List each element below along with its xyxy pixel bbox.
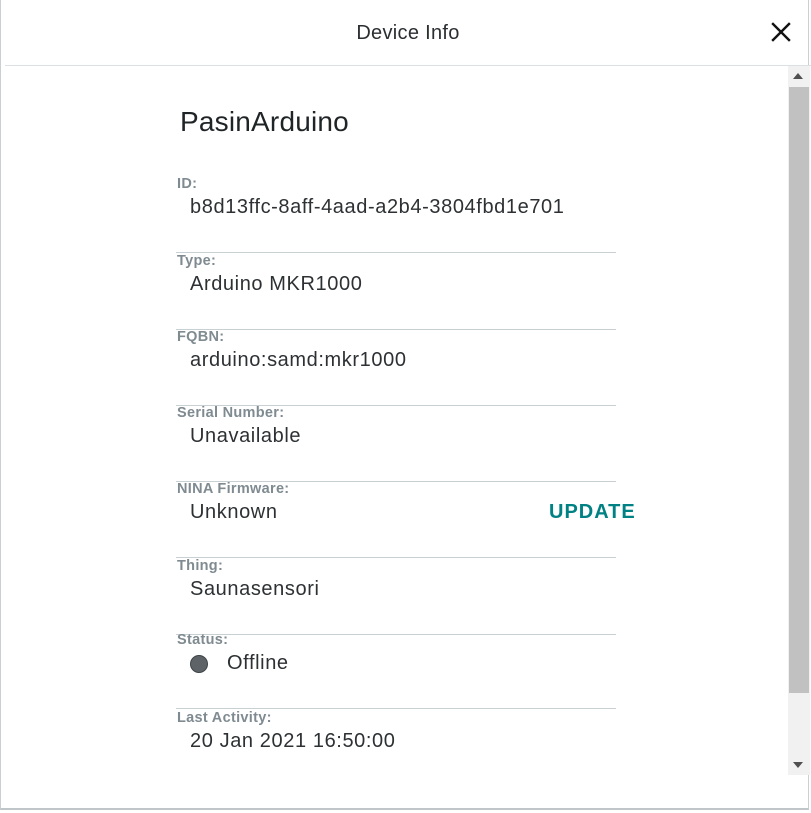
device-name: PasinArduino [180,106,349,137]
device-info-dialog: Device Info PasinArduino ID: b8d13ffc-8a… [0,0,811,810]
close-button[interactable] [767,18,795,46]
scroll-up-icon[interactable] [793,73,803,79]
field-label: Type: [177,253,217,269]
field-value-status: Offline [227,652,289,674]
field-fqbn: FQBN: arduino:samd:mkr1000 [176,329,616,406]
field-value-fqbn: arduino:samd:mkr1000 [190,349,407,371]
field-label: ID: [177,176,198,192]
field-last-activity: Last Activity: 20 Jan 2021 16:50:00 [176,710,616,774]
field-value-id: b8d13ffc-8aff-4aad-a2b4-3804fbd1e701 [190,196,565,218]
scroll-down-icon[interactable] [793,762,803,768]
field-status: Status: Offline [176,632,616,709]
field-label: Thing: [177,558,224,574]
field-label: Serial Number: [177,405,285,421]
field-value-thing: Saunasensori [190,578,320,600]
field-value-last-activity: 20 Jan 2021 16:50:00 [190,730,396,752]
field-id: ID: b8d13ffc-8aff-4aad-a2b4-3804fbd1e701 [176,176,616,253]
close-icon [767,18,795,46]
field-thing: Thing: Saunasensori [176,558,616,635]
field-nina-firmware: NINA Firmware: Unknown UPDATE [176,481,635,558]
field-label: NINA Firmware: [177,481,290,497]
field-type: Type: Arduino MKR1000 [176,253,616,330]
scrollbar-thumb[interactable] [789,87,809,693]
field-value-serial-number: Unavailable [190,425,302,447]
status-indicator-icon [190,655,208,673]
vertical-scrollbar[interactable] [788,66,810,775]
field-serial-number: Serial Number: Unavailable [176,405,616,482]
field-label: Last Activity: [177,710,272,726]
field-value-type: Arduino MKR1000 [190,273,363,295]
field-value-nina-firmware: Unknown [190,501,278,523]
dialog-title: Device Info [356,22,460,44]
field-label: Status: [177,632,229,648]
field-label: FQBN: [177,329,225,345]
dialog-header: Device Info [5,0,811,66]
update-firmware-button[interactable]: UPDATE [549,501,636,524]
device-details-panel: PasinArduino ID: b8d13ffc-8aff-4aad-a2b4… [5,66,787,774]
